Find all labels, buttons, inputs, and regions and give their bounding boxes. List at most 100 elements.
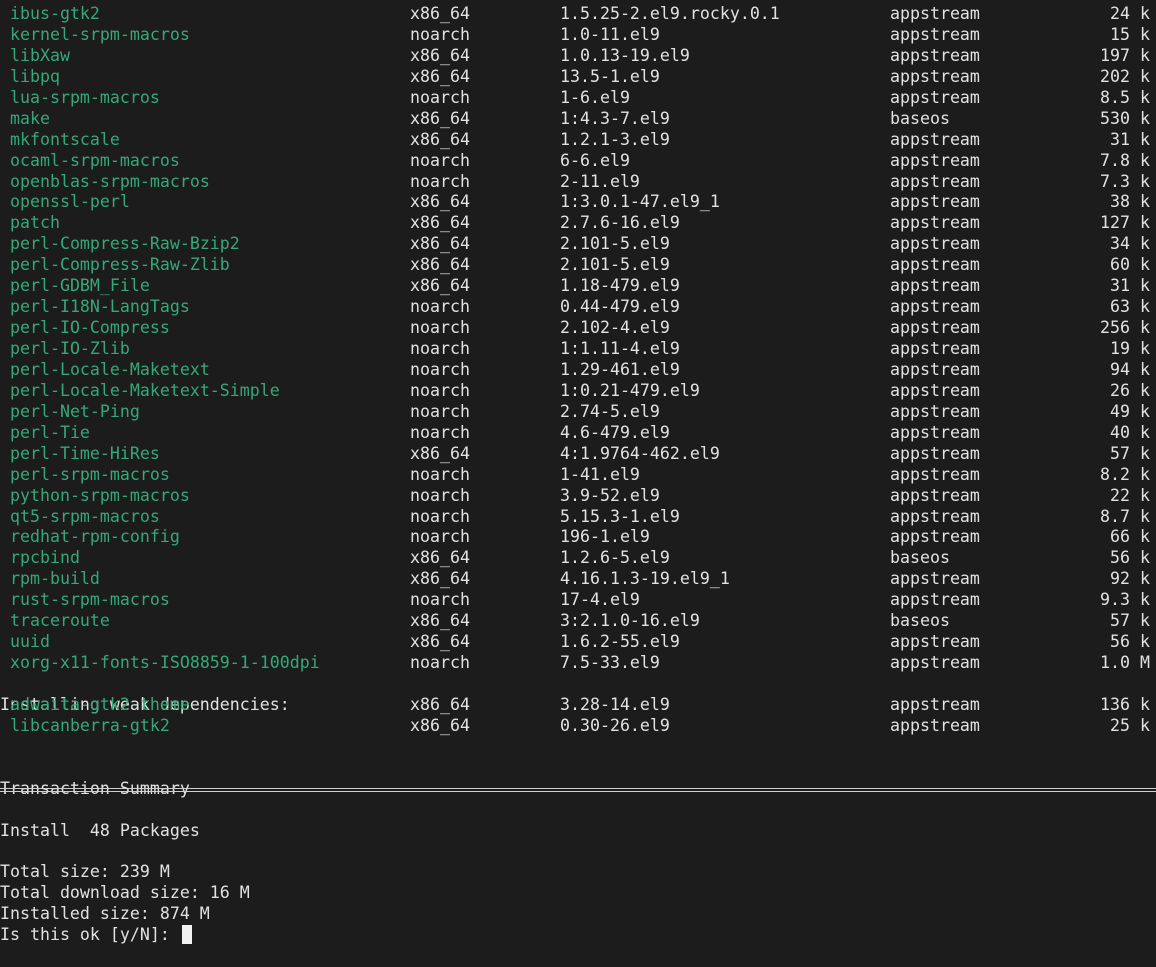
weak-deps-heading-line: Installing weak dependencies: xyxy=(0,674,1156,714)
package-name: perl-Compress-Raw-Bzip2 xyxy=(10,234,240,254)
package-version: 1-6.el9 xyxy=(560,87,630,107)
package-name: rust-srpm-macros xyxy=(10,590,170,610)
package-row: libcanberra-gtk2 x86_64 0.30-26.el9 appstre… xyxy=(0,716,1156,737)
package-version: 6-6.el9 xyxy=(560,150,630,170)
package-row: kernel-srpm-macros noarch 1.0-11.el9 appstr… xyxy=(0,25,1156,46)
package-version: 1:3.0.1-47.el9_1 xyxy=(560,192,720,212)
download-size-line: Total download size: 16 M xyxy=(0,862,1156,902)
package-arch: noarch xyxy=(410,401,470,421)
package-arch: noarch xyxy=(410,150,470,170)
package-arch: x86_64 xyxy=(410,694,470,714)
package-row: perl-IO-Compress noarch 2.102-4.el9 appstre… xyxy=(0,318,1156,339)
package-arch: x86_64 xyxy=(410,192,470,212)
package-row: perl-IO-Zlib noarch 1:1.11-4.el9 appstream 1… xyxy=(0,339,1156,360)
package-name: python-srpm-macros xyxy=(10,485,190,505)
package-repo: appstream xyxy=(890,234,980,254)
package-size: 63 k xyxy=(1110,297,1150,317)
package-row: make x86_64 1:4.3-7.el9 baseos 530 k xyxy=(0,109,1156,130)
package-version: 4.6-479.el9 xyxy=(560,422,670,442)
package-size: 9.3 k xyxy=(1100,590,1150,610)
package-row: perl-Compress-Raw-Zlib x86_64 2.101-5.el9 a… xyxy=(0,255,1156,276)
package-size: 60 k xyxy=(1110,255,1150,275)
package-repo: appstream xyxy=(890,527,980,547)
package-size: 40 k xyxy=(1110,422,1150,442)
package-version: 17-4.el9 xyxy=(560,590,640,610)
package-size: 38 k xyxy=(1110,192,1150,212)
package-arch: noarch xyxy=(410,485,470,505)
package-name: perl-srpm-macros xyxy=(10,464,170,484)
package-repo: appstream xyxy=(890,380,980,400)
package-name: perl-GDBM_File xyxy=(10,276,150,296)
package-row: perl-Locale-Maketext-Simple noarch 1:0.21-… xyxy=(0,381,1156,402)
package-size: 66 k xyxy=(1110,527,1150,547)
terminal-window[interactable]: ibus-gtk2 x86_64 1.5.25-2.el9.rocky.0.1 app… xyxy=(0,4,1156,945)
package-row: qt5-srpm-macros noarch 5.15.3-1.el9 appstre… xyxy=(0,507,1156,528)
package-name: ibus-gtk2 xyxy=(10,4,100,23)
package-size: 7.8 k xyxy=(1100,150,1150,170)
package-arch: noarch xyxy=(410,422,470,442)
package-name: xorg-x11-fonts-ISO8859-1-100dpi xyxy=(10,653,320,673)
package-arch: x86_64 xyxy=(410,632,470,652)
package-repo: appstream xyxy=(890,171,980,191)
package-size: 136 k xyxy=(1100,694,1150,714)
package-arch: x86_64 xyxy=(410,715,470,735)
package-version: 1.0-11.el9 xyxy=(560,24,660,44)
package-row: perl-Compress-Raw-Bzip2 x86_64 2.101-5.el9… xyxy=(0,234,1156,255)
package-arch: noarch xyxy=(410,653,470,673)
prompt-wrapper[interactable]: Is this ok [y/N]: xyxy=(0,925,192,946)
package-size: 256 k xyxy=(1100,318,1150,338)
package-size: 56 k xyxy=(1110,632,1150,652)
package-name: traceroute xyxy=(10,611,110,631)
package-name: redhat-rpm-config xyxy=(10,527,180,547)
package-name: perl-Time-HiRes xyxy=(10,443,160,463)
package-size: 530 k xyxy=(1100,108,1150,128)
package-size: 56 k xyxy=(1110,548,1150,568)
package-size: 7.3 k xyxy=(1100,171,1150,191)
package-repo: appstream xyxy=(890,401,980,421)
package-version: 1-41.el9 xyxy=(560,464,640,484)
package-repo: appstream xyxy=(890,422,980,442)
package-name: rpm-build xyxy=(10,569,100,589)
package-size: 15 k xyxy=(1110,24,1150,44)
package-name: libXaw xyxy=(10,45,70,65)
package-row: perl-I18N-LangTags noarch 0.44-479.el9 apps… xyxy=(0,297,1156,318)
package-arch: noarch xyxy=(410,527,470,547)
package-row: xorg-x11-fonts-ISO8859-1-100dpi noarch 7.5… xyxy=(0,653,1156,674)
package-name: uuid xyxy=(10,632,50,652)
package-name: perl-Net-Ping xyxy=(10,401,140,421)
package-size: 24 k xyxy=(1110,4,1150,23)
package-size: 31 k xyxy=(1110,129,1150,149)
package-arch: noarch xyxy=(410,590,470,610)
package-arch: noarch xyxy=(410,506,470,526)
package-size: 31 k xyxy=(1110,276,1150,296)
package-arch: noarch xyxy=(410,24,470,44)
package-repo: appstream xyxy=(890,4,980,23)
package-name: perl-Compress-Raw-Zlib xyxy=(10,255,230,275)
package-repo: appstream xyxy=(890,150,980,170)
summary-heading-line: Transaction Summary xyxy=(0,758,1156,798)
package-version: 1.5.25-2.el9.rocky.0.1 xyxy=(560,4,780,23)
package-name: rpcbind xyxy=(10,548,80,568)
package-repo: appstream xyxy=(890,506,980,526)
package-version: 1.29-461.el9 xyxy=(560,359,680,379)
package-arch: x86_64 xyxy=(410,443,470,463)
terminal-cursor[interactable] xyxy=(181,925,192,945)
package-version: 1.0.13-19.el9 xyxy=(560,45,690,65)
package-arch: x86_64 xyxy=(410,108,470,128)
confirm-prompt: Is this ok [y/N]: xyxy=(0,925,180,945)
package-size: 8.2 k xyxy=(1100,464,1150,484)
package-row: perl-Time-HiRes x86_64 4:1.9764-462.el9 app… xyxy=(0,444,1156,465)
package-repo: appstream xyxy=(890,464,980,484)
package-repo: appstream xyxy=(890,339,980,358)
package-row: openssl-perl x86_64 1:3.0.1-47.el9_1 appstr… xyxy=(0,192,1156,213)
package-row: libpq x86_64 13.5-1.el9 appstream 202 k xyxy=(0,67,1156,88)
package-version: 2.7.6-16.el9 xyxy=(560,213,680,233)
package-row: uuid x86_64 1.6.2-55.el9 appstream 56 k xyxy=(0,632,1156,653)
package-name: perl-IO-Compress xyxy=(10,318,170,338)
package-repo: appstream xyxy=(890,255,980,275)
package-arch: x86_64 xyxy=(410,129,470,149)
package-version: 1.2.6-5.el9 xyxy=(560,548,670,568)
package-arch: x86_64 xyxy=(410,45,470,65)
prompt-line[interactable]: Is this ok [y/N]: xyxy=(0,904,1156,945)
